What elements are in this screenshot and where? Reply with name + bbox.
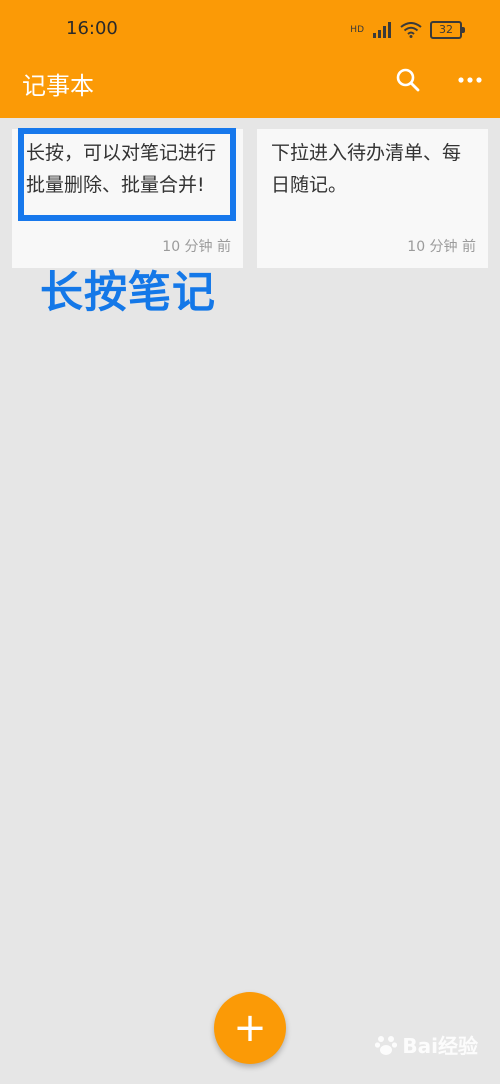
battery-icon: 32 xyxy=(430,21,465,39)
note-time: 10 分钟 前 xyxy=(407,239,476,255)
note-time: 10 分钟 前 xyxy=(162,239,231,255)
add-note-button[interactable]: + xyxy=(214,992,286,1064)
note-card-2[interactable]: 下拉进入待办清单、每日随记。 10 分钟 前 xyxy=(257,129,488,268)
status-time: 16:00 xyxy=(66,18,118,39)
paw-icon xyxy=(375,1035,398,1055)
wifi-icon xyxy=(400,22,422,38)
highlight-box xyxy=(18,128,236,221)
app-header: 16:00 HD 32 记事本 xyxy=(0,0,500,118)
watermark-text: Bai经验 xyxy=(402,1034,478,1058)
note-text: 下拉进入待办清单、每日随记。 xyxy=(271,142,462,196)
hd-label: HD xyxy=(350,25,364,35)
annotation-label: 长按笔记 xyxy=(40,268,216,318)
signal-icon xyxy=(373,22,391,38)
plus-icon: + xyxy=(233,1005,267,1051)
more-icon[interactable] xyxy=(452,62,488,98)
search-icon[interactable] xyxy=(390,62,426,98)
watermark: Bai经验 xyxy=(374,1030,478,1059)
app-title: 记事本 xyxy=(22,72,94,100)
status-icons: HD 32 xyxy=(350,20,465,40)
